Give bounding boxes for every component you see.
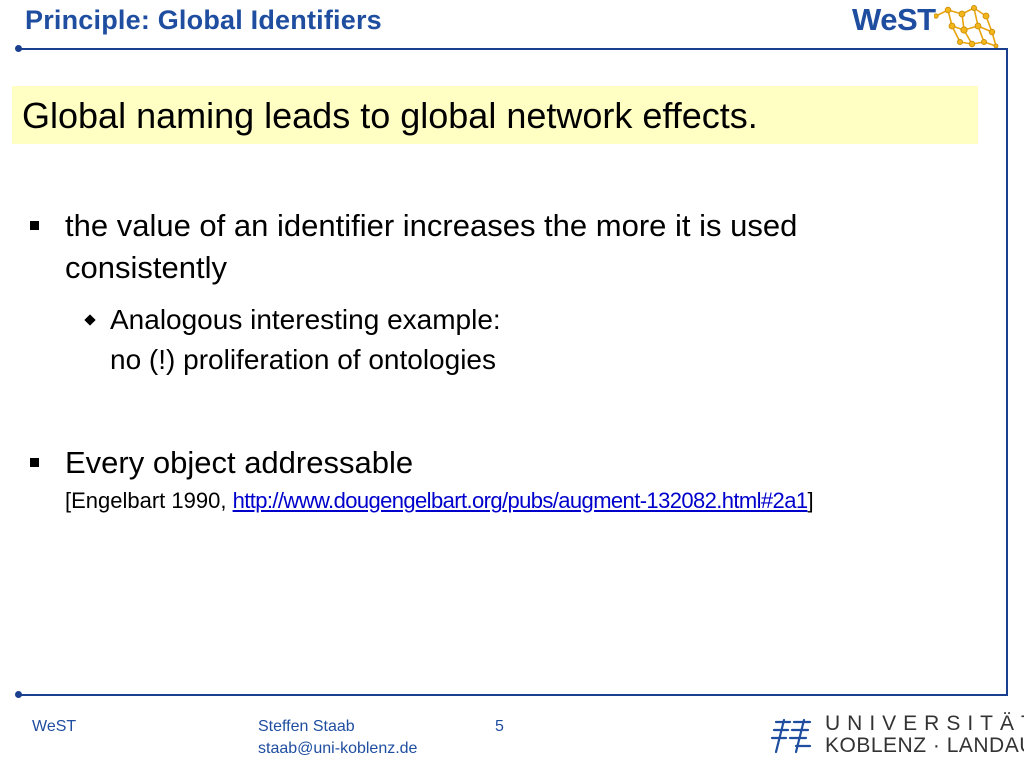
reference-prefix: [Engelbart 1990, — [65, 488, 233, 513]
bullet-2-line-1: Every object addressable — [65, 445, 414, 480]
university-name-line-2: KOBLENZ · LANDAU — [825, 734, 1024, 757]
sub-bullet-line-2: no (!) proliferation of ontologies — [110, 344, 496, 375]
west-logo-text: WeST — [852, 2, 936, 37]
west-logo: WeST — [852, 2, 1002, 48]
reference-line: [Engelbart 1990, http://www.dougengelbar… — [65, 488, 814, 514]
bullet-1-line-1: the value of an identifier increases the… — [65, 208, 798, 243]
square-bullet-icon — [30, 221, 39, 230]
page-number: 5 — [495, 718, 504, 735]
sub-bullet-line-1: Analogous interesting example: — [110, 304, 501, 335]
footer-divider — [18, 694, 1008, 696]
corner-dot — [15, 691, 22, 698]
university-name-line-1: UNIVERSITÄT — [825, 712, 1024, 735]
engelbart-link[interactable]: http://www.dougengelbart.org/pubs/augmen… — [233, 488, 808, 513]
university-emblem-icon — [770, 718, 812, 754]
footer-email: staab@uni-koblenz.de — [258, 740, 418, 757]
square-bullet-icon — [30, 458, 39, 467]
diamond-bullet-icon — [84, 314, 96, 326]
footer-author: Steffen Staab — [258, 718, 355, 735]
bullet-1-line-2: consistently — [65, 250, 227, 285]
footer-west: WeST — [32, 718, 77, 735]
university-logo: UNIVERSITÄT KOBLENZ · LANDAU — [770, 712, 1024, 760]
right-border — [1006, 48, 1008, 695]
corner-dot — [15, 45, 22, 52]
highlight-text: Global naming leads to global network ef… — [22, 95, 758, 136]
network-graphic-icon — [934, 5, 999, 48]
header-divider — [18, 48, 1008, 50]
highlight-box: Global naming leads to global network ef… — [12, 86, 978, 144]
slide-title: Principle: Global Identifiers — [25, 5, 382, 35]
reference-suffix: ] — [807, 488, 814, 513]
